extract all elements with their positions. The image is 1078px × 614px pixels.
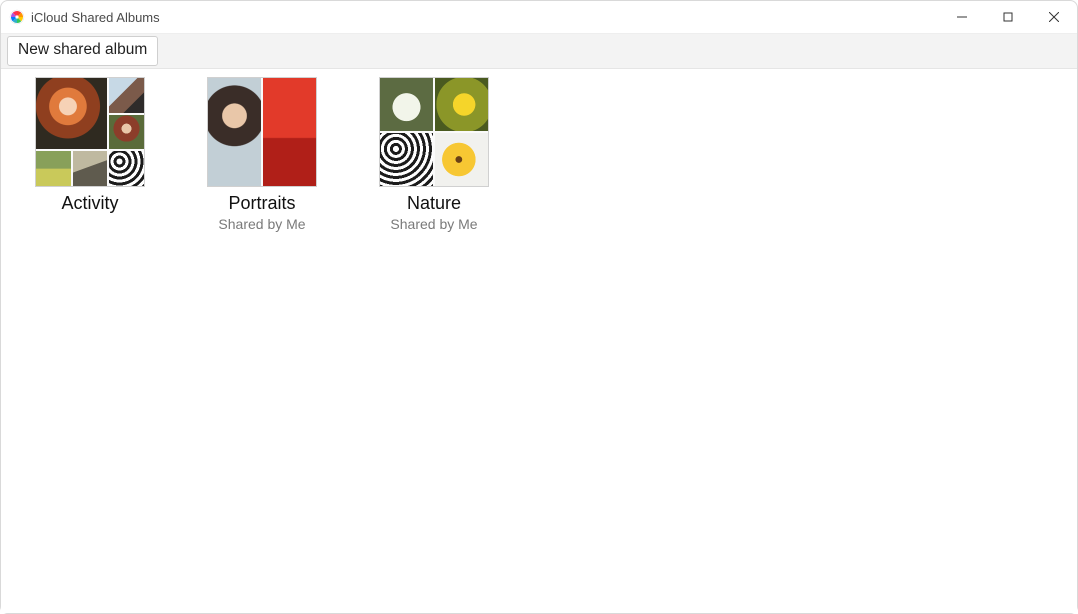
photo-thumbnail: [435, 78, 488, 131]
photo-thumbnail: [73, 151, 108, 186]
album-thumbnail: [207, 77, 317, 187]
album-title: Nature: [407, 193, 461, 214]
app-window: iCloud Shared Albums New shared album: [0, 0, 1078, 614]
album-portraits[interactable]: Portraits Shared by Me: [187, 77, 337, 232]
minimize-button[interactable]: [939, 1, 985, 33]
album-nature[interactable]: Nature Shared by Me: [359, 77, 509, 232]
album-thumbnail: [379, 77, 489, 187]
window-controls: [939, 1, 1077, 33]
titlebar: iCloud Shared Albums: [1, 1, 1077, 33]
photo-thumbnail: [435, 133, 488, 186]
photo-thumbnail: [208, 78, 261, 186]
album-activity[interactable]: Activity: [15, 77, 165, 214]
album-thumbnail: [35, 77, 145, 187]
window-title: iCloud Shared Albums: [31, 10, 939, 25]
album-title: Activity: [61, 193, 118, 214]
photo-thumbnail: [380, 133, 433, 186]
photo-thumbnail: [36, 151, 71, 186]
album-title: Portraits: [228, 193, 295, 214]
album-grid: Activity Portraits Shared by Me: [1, 69, 1077, 613]
album-subtitle: Shared by Me: [218, 216, 305, 232]
album-subtitle: Shared by Me: [390, 216, 477, 232]
photo-thumbnail: [380, 78, 433, 131]
photo-thumbnail: [109, 78, 144, 113]
photo-thumbnail: [263, 78, 316, 186]
photo-thumbnail: [109, 115, 144, 150]
toolbar: New shared album: [1, 33, 1077, 69]
maximize-button[interactable]: [985, 1, 1031, 33]
photo-thumbnail: [36, 78, 107, 149]
app-icon: [9, 9, 25, 25]
close-button[interactable]: [1031, 1, 1077, 33]
new-shared-album-button[interactable]: New shared album: [7, 36, 158, 65]
photo-thumbnail: [109, 151, 144, 186]
